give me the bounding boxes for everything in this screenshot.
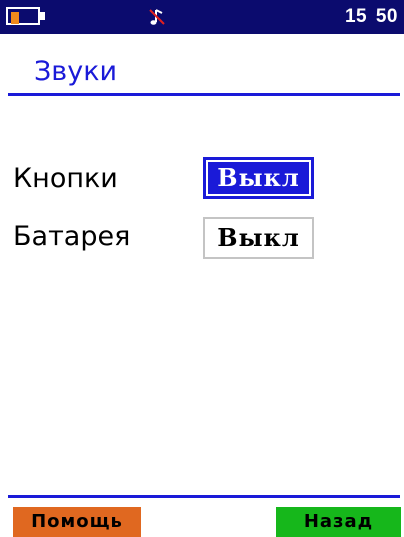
screen: 15 50 Звуки Кнопки Выкл Батарея Выкл Пом… — [0, 0, 404, 537]
footer-divider — [8, 495, 400, 498]
battery-icon — [6, 7, 48, 27]
status-bar: 15 50 — [0, 0, 404, 34]
back-button[interactable]: Назад — [276, 507, 401, 537]
page-title: Звуки — [34, 56, 118, 87]
setting-label-buttons: Кнопки — [13, 163, 118, 194]
clock-time: 15 50 — [344, 6, 398, 27]
setting-label-battery: Батарея — [13, 221, 131, 252]
help-button[interactable]: Помощь — [13, 507, 141, 537]
battery-level-fill — [11, 12, 19, 24]
title-divider — [8, 93, 400, 96]
buttons-sound-toggle[interactable]: Выкл — [203, 157, 314, 199]
battery-sound-toggle[interactable]: Выкл — [203, 217, 314, 259]
sound-off-icon — [149, 9, 165, 25]
